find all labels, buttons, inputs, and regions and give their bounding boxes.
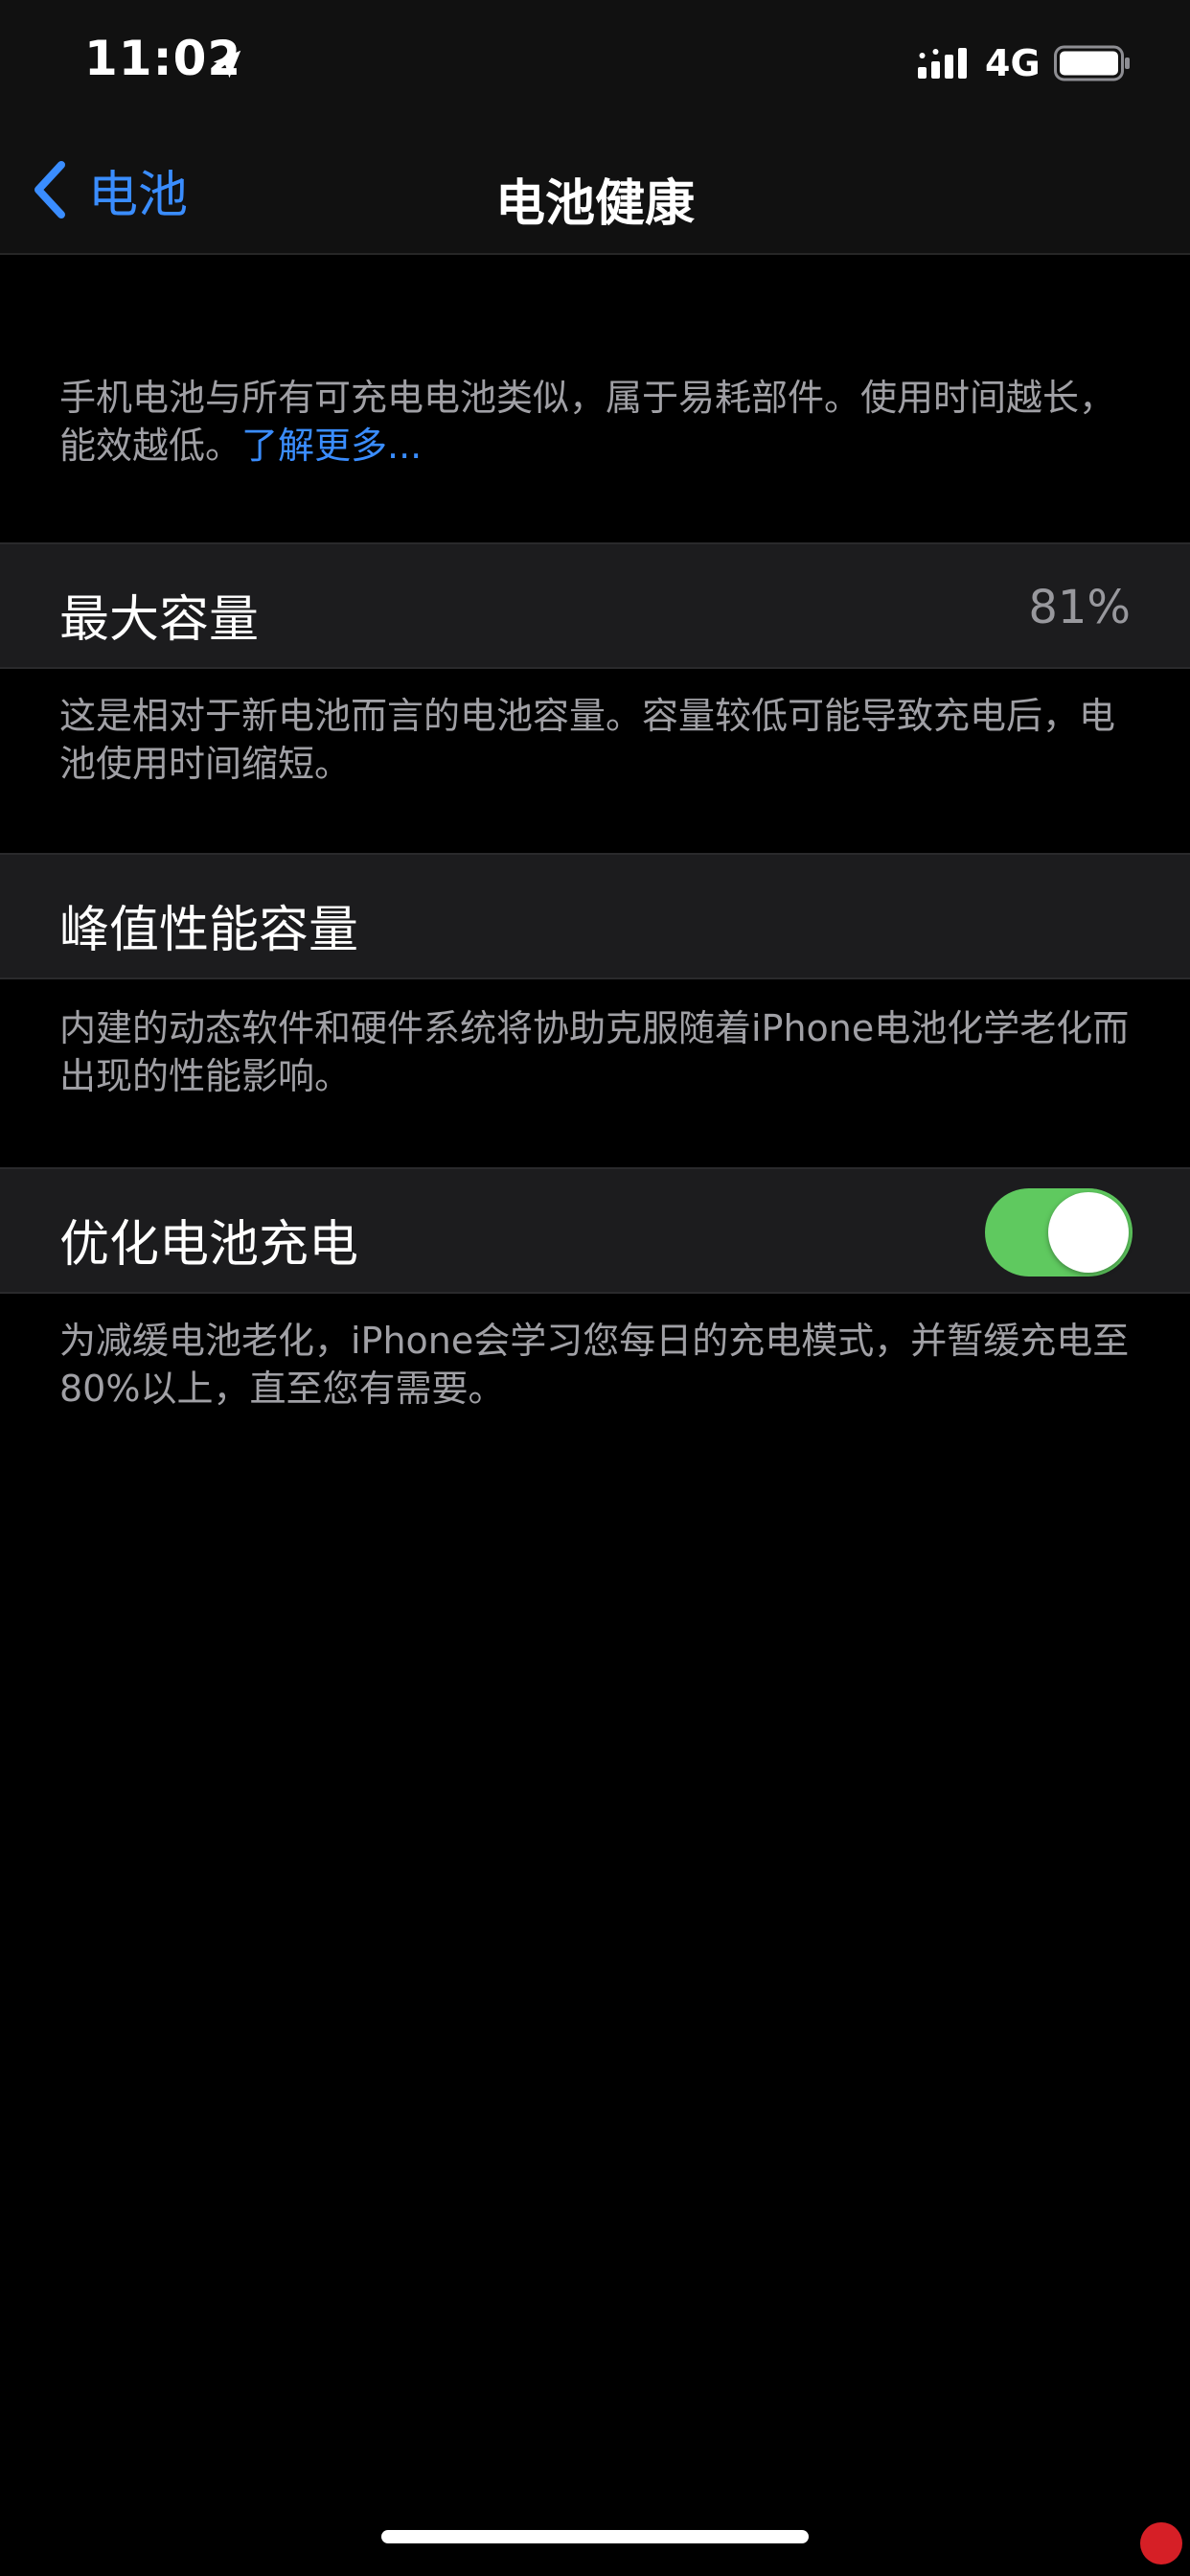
optimized-charging-row: 优化电池充电 bbox=[0, 1167, 1190, 1294]
status-bar: 11:02 4G bbox=[0, 0, 1190, 126]
peak-performance-label: 峰值性能容量 bbox=[59, 902, 359, 959]
max-capacity-footnote: 这是相对于新电池而言的电池容量。容量较低可能导致充电后，电池使用时间缩短。 bbox=[59, 695, 1116, 785]
max-capacity-value: 81% bbox=[1028, 581, 1131, 634]
navigation-bar: 电池 电池健康 bbox=[0, 126, 1190, 253]
watermark-logo bbox=[1140, 2522, 1182, 2564]
intro-text: 手机电池与所有可充电电池类似，属于易耗部件。使用时间越长，能效越低。 bbox=[59, 377, 1116, 467]
location-arrow-icon bbox=[213, 50, 241, 79]
network-type-label: 4G bbox=[985, 42, 1041, 84]
optimized-charging-label: 优化电池充电 bbox=[59, 1216, 359, 1274]
optimized-charging-toggle[interactable] bbox=[985, 1188, 1133, 1276]
top-area: 11:02 4G 电池 电池健康 bbox=[0, 0, 1190, 255]
learn-more-link[interactable]: 了解更多... bbox=[241, 425, 422, 467]
battery-health-screen: 11:02 4G 电池 电池健康 手机电池与所有可充电电池类似，属于易耗部件。使… bbox=[0, 0, 1190, 2576]
home-indicator[interactable] bbox=[381, 2530, 809, 2543]
optimized-charging-footnote: 为减缓电池老化，iPhone会学习您每日的充电模式，并暂缓充电至80%以上，直至… bbox=[59, 1320, 1130, 1410]
page-title: 电池健康 bbox=[494, 175, 695, 233]
cellular-signal-icon bbox=[918, 48, 967, 79]
battery-icon bbox=[1054, 45, 1130, 81]
max-capacity-label: 最大容量 bbox=[59, 591, 260, 649]
peak-performance-row: 峰值性能容量 bbox=[0, 853, 1190, 979]
max-capacity-row: 最大容量 81% bbox=[0, 542, 1190, 669]
toggle-knob bbox=[1048, 1192, 1129, 1273]
intro-text-block: 手机电池与所有可充电电池类似，属于易耗部件。使用时间越长，能效越低。了解更多..… bbox=[59, 374, 1133, 470]
peak-performance-footnote: 内建的动态软件和硬件系统将协助克服随着iPhone电池化学老化而出现的性能影响。 bbox=[59, 1007, 1130, 1097]
